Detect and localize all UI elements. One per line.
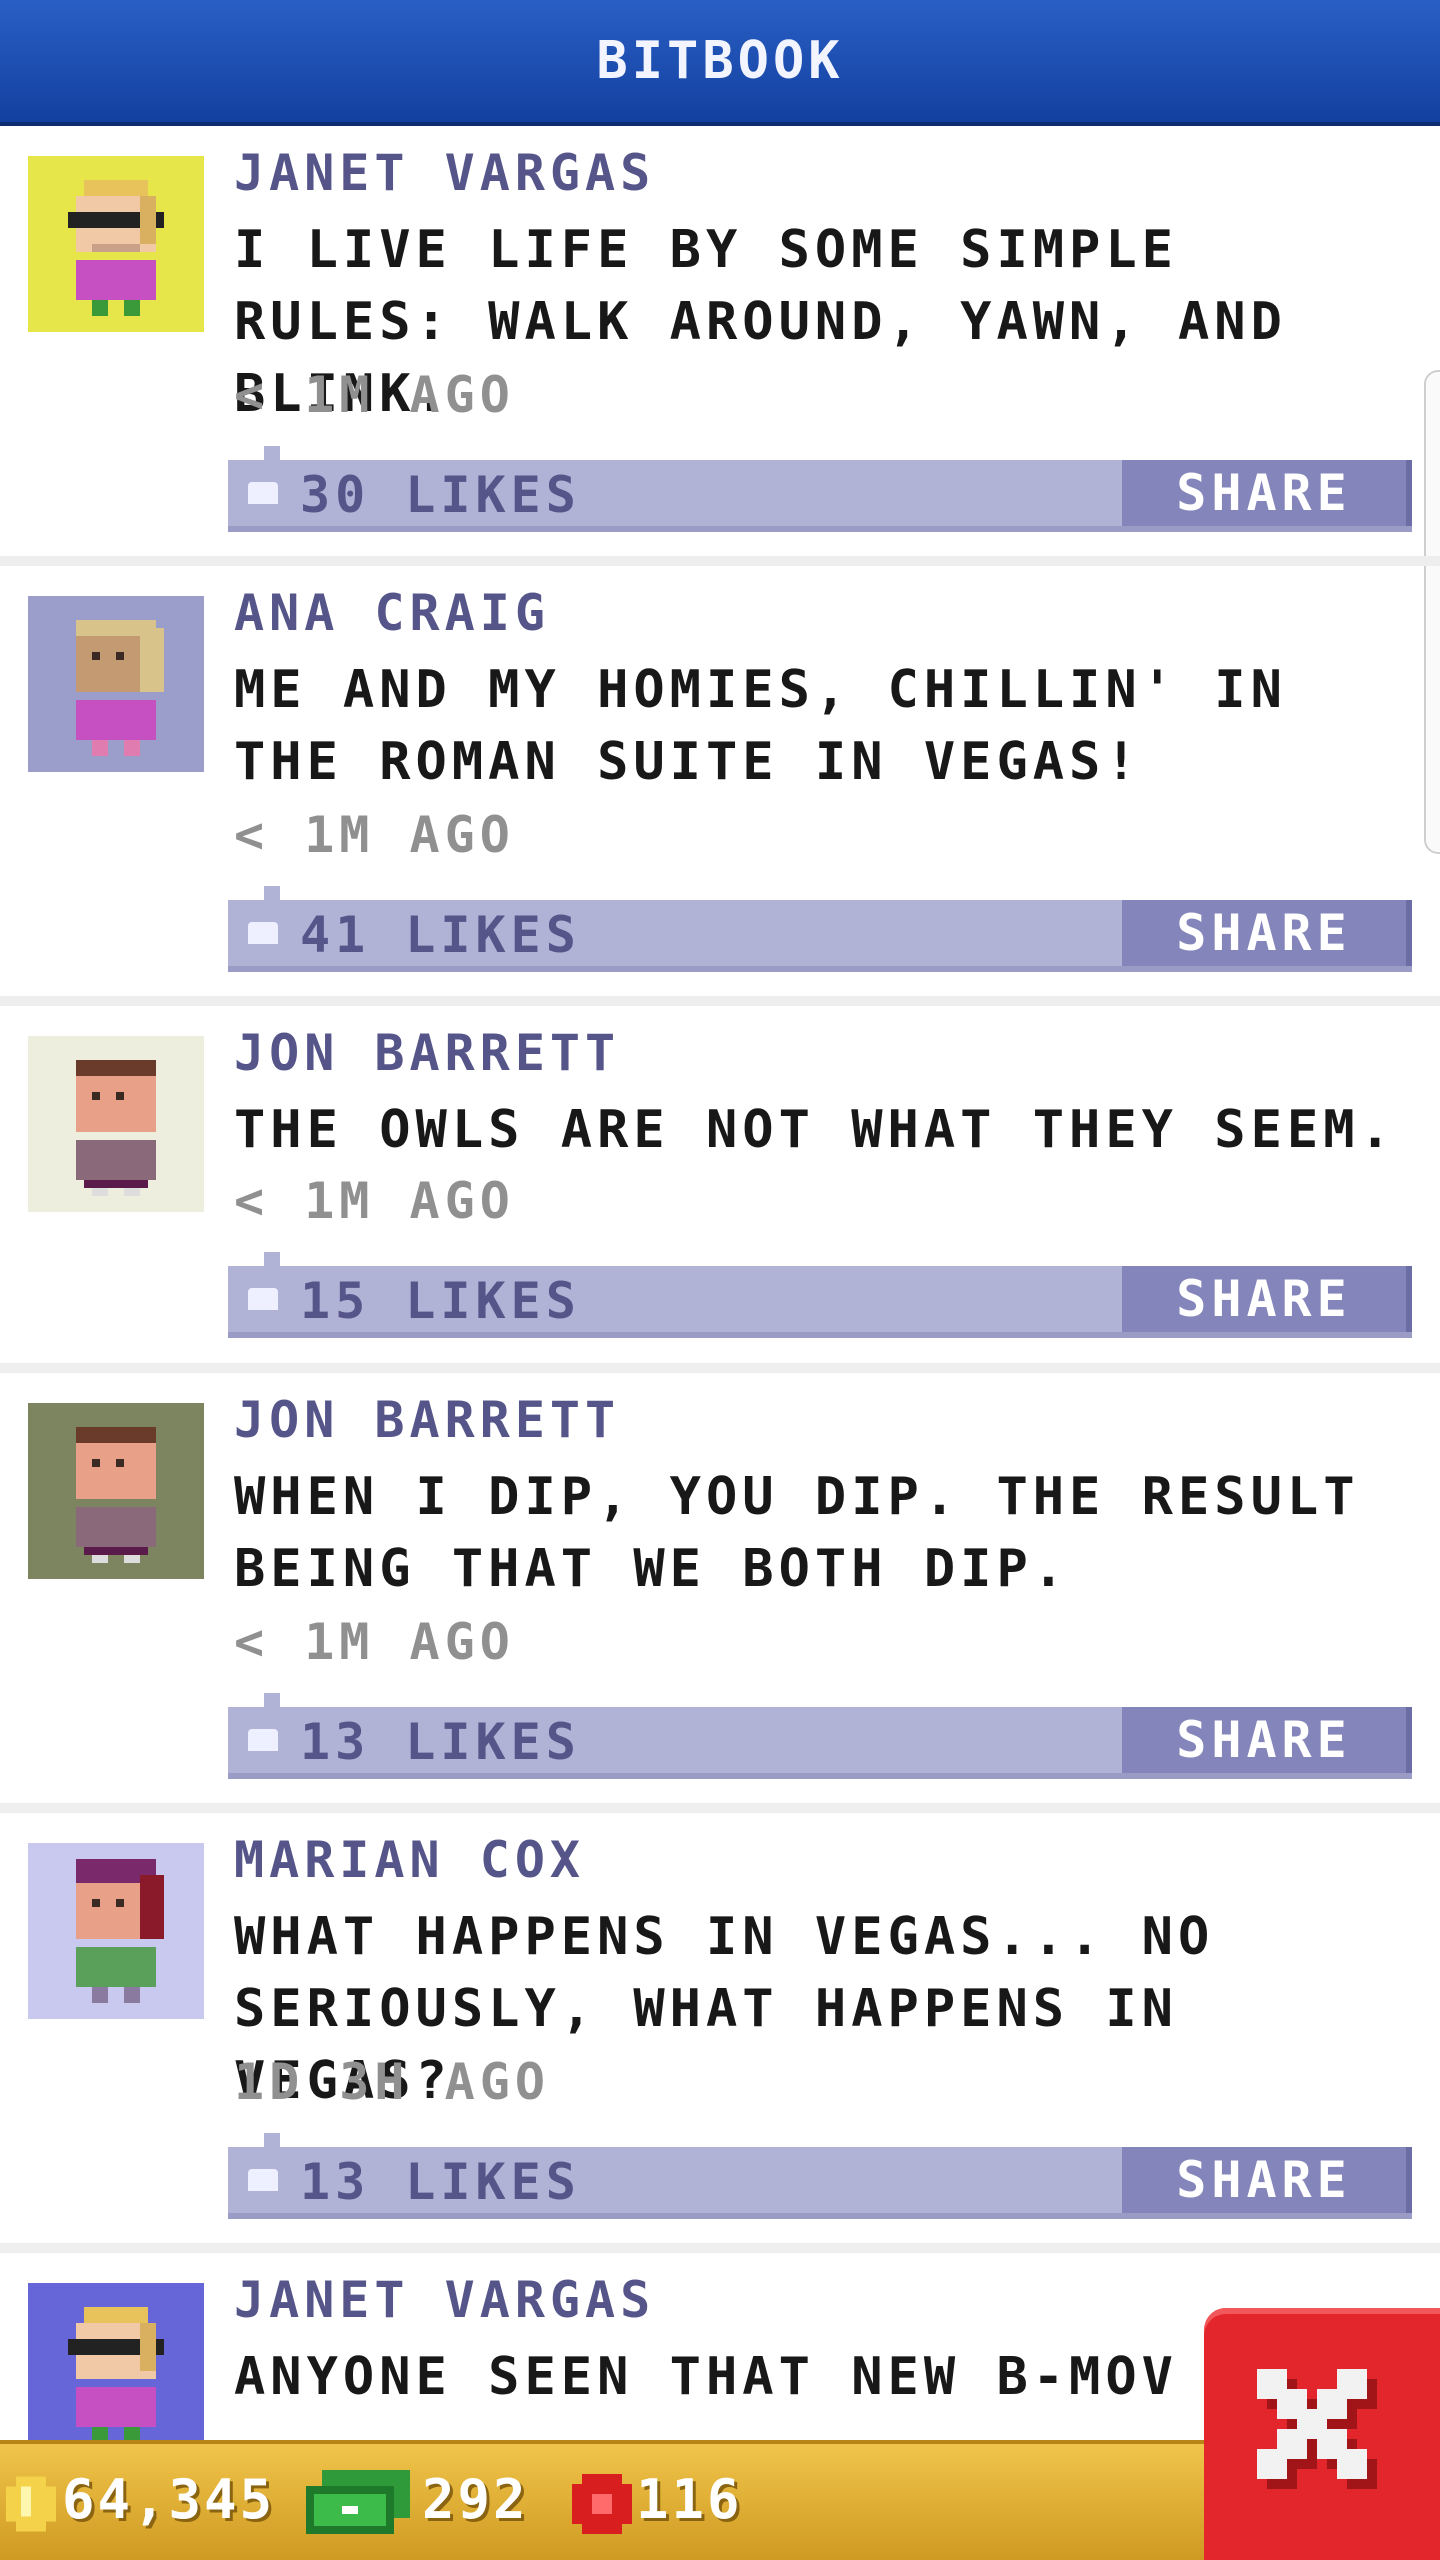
like-count[interactable]: 41 LIKES [300,906,581,964]
thumb-up-icon [248,2169,278,2191]
feed-post: JANET VARGAS I LIVE LIFE BY SOME SIMPLE … [0,126,1440,566]
avatar[interactable] [28,156,204,332]
feed-post: JON BARRETT THE OWLS ARE NOT WHAT THEY S… [0,1006,1440,1373]
bux-count: 292 [422,2468,529,2531]
thumb-up-icon [248,1729,278,1751]
avatar[interactable] [28,1036,204,1212]
post-time: 1D 3H AGO [234,2053,550,2111]
like-count[interactable]: 13 LIKES [300,2153,581,2211]
like-count[interactable]: 30 LIKES [300,466,581,524]
avatar[interactable] [28,1843,204,2019]
post-author[interactable]: JANET VARGAS [234,2271,655,2329]
like-bar: 13 LIKES SHARE [228,1693,1412,1779]
like-bar: 13 LIKES SHARE [228,2133,1412,2219]
app-header: BITBOOK [0,0,1440,126]
post-time: < 1M AGO [234,366,515,424]
like-bar: 41 LIKES SHARE [228,886,1412,972]
feed-list[interactable]: JANET VARGAS I LIVE LIFE BY SOME SIMPLE … [0,126,1440,2493]
token-icon [572,2474,632,2534]
post-author[interactable]: ANA CRAIG [234,584,550,642]
share-button[interactable]: SHARE [1122,460,1412,526]
app-title: BITBOOK [596,31,844,91]
post-time: < 1M AGO [234,1613,515,1671]
post-time: < 1M AGO [234,1172,515,1230]
thumb-up-icon [248,482,278,504]
share-button[interactable]: SHARE [1122,1266,1412,1332]
share-button[interactable]: SHARE [1122,1707,1412,1773]
post-author[interactable]: JANET VARGAS [234,144,655,202]
share-button[interactable]: SHARE [1122,900,1412,966]
tokens-count: 116 [636,2468,743,2531]
like-count[interactable]: 13 LIKES [300,1713,581,1771]
avatar[interactable] [28,1403,204,1579]
avatar[interactable] [28,596,204,772]
feed-post: MARIAN COX WHAT HAPPENS IN VEGAS... NO S… [0,1813,1440,2253]
post-time: < 1M AGO [234,806,515,864]
thumb-up-icon [248,922,278,944]
like-bar: 30 LIKES SHARE [228,446,1412,532]
feed-post: ANA CRAIG ME AND MY HOMIES, CHILLIN' IN … [0,566,1440,1006]
like-bar: 15 LIKES SHARE [228,1252,1412,1338]
coin-icon [6,2476,56,2532]
bux-icon [306,2470,410,2534]
feed-post: JON BARRETT WHEN I DIP, YOU DIP. THE RES… [0,1373,1440,1813]
coins-count: 64,345 [62,2468,276,2531]
post-message: ME AND MY HOMIES, CHILLIN' IN THE ROMAN … [234,660,1287,792]
share-button[interactable]: SHARE [1122,2147,1412,2213]
post-author[interactable]: MARIAN COX [234,1831,585,1889]
avatar[interactable] [28,2283,204,2459]
like-count[interactable]: 15 LIKES [300,1272,581,1330]
post-message: THE OWLS ARE NOT WHAT THEY SEEM. [234,1100,1396,1160]
post-author[interactable]: JON BARRETT [234,1024,620,1082]
post-author[interactable]: JON BARRETT [234,1391,620,1449]
thumb-up-icon [248,1288,278,1310]
close-button[interactable] [1204,2308,1440,2560]
post-message: WHEN I DIP, YOU DIP. THE RESULT BEING TH… [234,1467,1360,1599]
close-icon [1257,2369,1377,2489]
